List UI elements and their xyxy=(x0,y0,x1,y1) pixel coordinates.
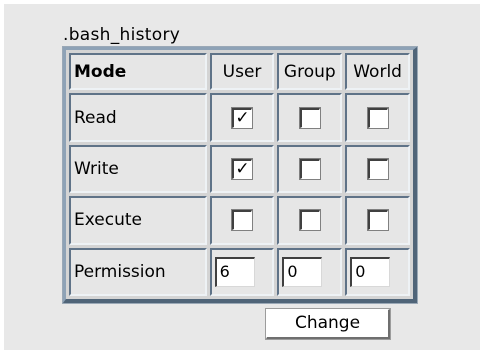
header-mode: Mode xyxy=(69,53,207,91)
write-group-checkbox[interactable] xyxy=(298,157,321,180)
read-user-checkbox[interactable]: ✓ xyxy=(231,106,254,129)
permissions-table-frame: Mode User Group World Read ✓ Write ✓ Exe… xyxy=(63,47,417,303)
change-button[interactable]: Change xyxy=(265,308,391,340)
permission-world-input[interactable]: 0 xyxy=(350,256,391,287)
checkmark-icon: ✓ xyxy=(235,158,250,179)
permissions-panel: .bash_history Mode User Group World Read… xyxy=(4,4,480,350)
header-user: User xyxy=(209,53,275,91)
row-permission: Permission 6 0 0 xyxy=(69,247,410,296)
write-world-checkbox[interactable] xyxy=(366,157,389,180)
header-group: Group xyxy=(277,53,343,91)
read-world-checkbox[interactable] xyxy=(366,106,389,129)
checkmark-icon: ✓ xyxy=(235,107,250,128)
execute-user-checkbox[interactable] xyxy=(231,209,254,232)
row-read-label: Read xyxy=(69,93,207,142)
execute-group-checkbox[interactable] xyxy=(298,209,321,232)
row-read: Read ✓ xyxy=(69,93,410,142)
permissions-table: Mode User Group World Read ✓ Write ✓ Exe… xyxy=(66,50,413,299)
header-world: World xyxy=(345,53,410,91)
write-user-checkbox[interactable]: ✓ xyxy=(231,157,254,180)
permission-user-input[interactable]: 6 xyxy=(214,256,255,287)
read-group-checkbox[interactable] xyxy=(298,106,321,129)
row-execute-label: Execute xyxy=(69,196,207,245)
table-header-row: Mode User Group World xyxy=(69,53,410,91)
row-execute: Execute xyxy=(69,196,410,245)
permission-group-input[interactable]: 0 xyxy=(282,256,323,287)
row-permission-label: Permission xyxy=(69,247,207,296)
row-write-label: Write xyxy=(69,144,207,194)
file-name: .bash_history xyxy=(63,25,181,45)
execute-world-checkbox[interactable] xyxy=(366,209,389,232)
row-write: Write ✓ xyxy=(69,144,410,194)
